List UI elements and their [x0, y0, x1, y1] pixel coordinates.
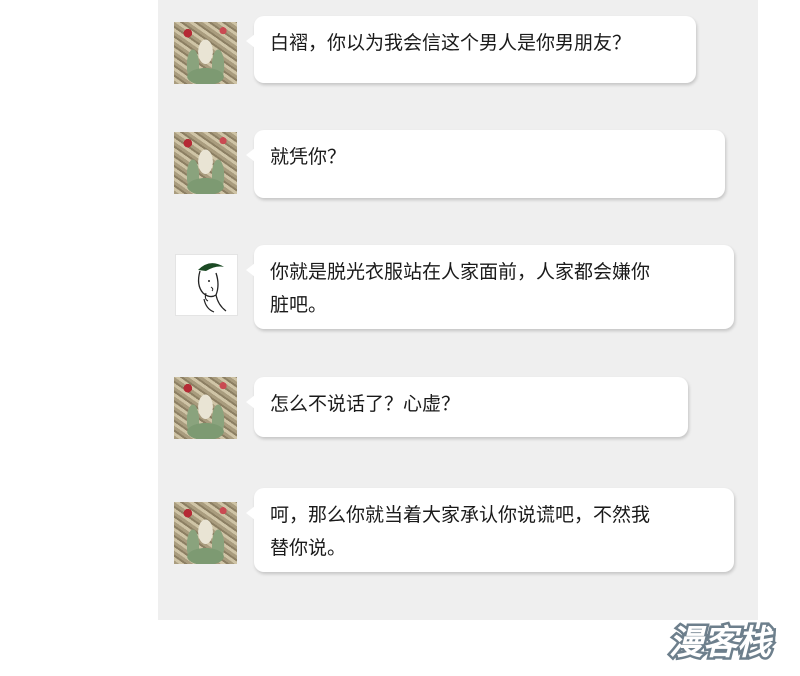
- message-text: 怎么不说话了？心虚？: [270, 393, 461, 415]
- avatar-painting[interactable]: [174, 22, 237, 84]
- message-bubble: 你就是脱光衣服站在人家面前，人家都会嫌你 脏吧。: [246, 245, 734, 329]
- message-text: 呵，那么你就当着大家承认你说谎吧，不然我 替你说。: [270, 504, 651, 559]
- man-sketch-icon: [197, 263, 227, 313]
- chat-panel: 白褶，你以为我会信这个男人是你男朋友？ 就凭你？ 你就是脱光衣服站在人家面前，人…: [158, 0, 758, 620]
- message-bubble: 白褶，你以为我会信这个男人是你男朋友？: [246, 16, 696, 83]
- message-text: 你就是脱光衣服站在人家面前，人家都会嫌你 脏吧。: [270, 261, 651, 316]
- avatar-painting[interactable]: [174, 377, 237, 439]
- watermark-logo: 漫客栈: [665, 616, 791, 666]
- watermark-text: 漫客栈: [669, 623, 774, 663]
- message-bubble: 呵，那么你就当着大家承认你说谎吧，不然我 替你说。: [246, 488, 734, 572]
- message-text: 白褶，你以为我会信这个男人是你男朋友？: [270, 32, 632, 54]
- message-text: 就凭你？: [270, 146, 347, 168]
- avatar-painting[interactable]: [174, 502, 237, 564]
- message-bubble: 怎么不说话了？心虚？: [246, 377, 688, 437]
- avatar-sketch[interactable]: [175, 254, 238, 316]
- message-bubble: 就凭你？: [246, 130, 725, 198]
- avatar-painting[interactable]: [174, 132, 237, 194]
